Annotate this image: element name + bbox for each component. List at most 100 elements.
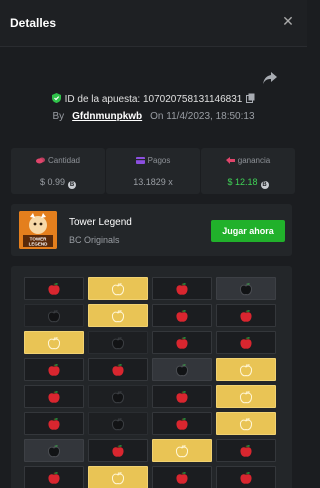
stat-payout-label: Pagos bbox=[147, 156, 171, 165]
red-apple-icon bbox=[176, 471, 188, 484]
apple-outline-icon bbox=[175, 444, 189, 457]
board-tile-apple bbox=[152, 331, 212, 354]
board-tile-apple bbox=[24, 466, 84, 488]
board-tile-apple bbox=[152, 412, 212, 435]
red-apple-icon bbox=[240, 444, 252, 457]
board-tile-apple bbox=[152, 385, 212, 408]
play-now-button[interactable]: Jugar ahora bbox=[211, 220, 285, 242]
stat-payout-value: 13.1829 x bbox=[133, 177, 173, 187]
coin-icon: B bbox=[260, 181, 269, 189]
red-apple-icon bbox=[176, 282, 188, 295]
payout-icon bbox=[135, 157, 145, 164]
bet-datetime: 11/4/2023, 18:50:13 bbox=[166, 111, 255, 122]
red-apple-icon bbox=[48, 282, 60, 295]
red-apple-icon bbox=[176, 309, 188, 322]
rotten-apple-icon bbox=[111, 390, 125, 403]
modal-title: Detalles bbox=[10, 16, 57, 30]
tower-legend-logo-icon: TOWER LEGEND bbox=[19, 211, 57, 249]
by-label: By bbox=[52, 111, 65, 122]
board-tile-gold bbox=[216, 385, 276, 408]
username-link[interactable]: Gfdnmunpkwb bbox=[72, 111, 142, 122]
board-tile-gold bbox=[216, 412, 276, 435]
game-board bbox=[11, 266, 292, 488]
apple-outline-icon bbox=[239, 417, 253, 430]
on-label: On bbox=[150, 111, 164, 122]
red-apple-icon bbox=[240, 336, 252, 349]
board-tile-bad bbox=[24, 439, 84, 462]
rotten-apple-icon bbox=[111, 336, 125, 349]
stat-amount-value: $ 0.99 bbox=[39, 177, 66, 187]
stat-amount-label: Cantidad bbox=[47, 156, 81, 165]
rotten-apple-icon bbox=[239, 282, 253, 295]
modal-header: Detalles ✕ bbox=[0, 0, 307, 47]
red-apple-icon bbox=[240, 471, 252, 484]
stat-payout: Pagos 13.1829 x bbox=[106, 148, 200, 194]
rotten-apple-icon bbox=[47, 444, 61, 457]
board-tile-gold bbox=[88, 466, 148, 488]
close-icon[interactable]: ✕ bbox=[281, 14, 295, 28]
coins-icon bbox=[35, 157, 45, 164]
red-apple-icon bbox=[48, 363, 60, 376]
bet-meta-row: By Gfdnmunpkwb On 11/4/2023, 18:50:13 bbox=[0, 111, 307, 122]
board-tile-gold bbox=[216, 358, 276, 381]
profit-icon bbox=[225, 157, 235, 164]
red-apple-icon bbox=[112, 444, 124, 457]
board-tile-apple bbox=[88, 439, 148, 462]
rotten-apple-icon bbox=[175, 363, 189, 376]
red-apple-icon bbox=[176, 390, 188, 403]
board-tile-apple bbox=[152, 304, 212, 327]
board-tile-apple bbox=[24, 358, 84, 381]
board-tile-apple bbox=[152, 466, 212, 488]
red-apple-icon bbox=[176, 417, 188, 430]
board-tile-bad bbox=[152, 358, 212, 381]
shield-check-icon bbox=[51, 93, 61, 103]
stat-amount: Cantidad $ 0.99 B bbox=[11, 148, 105, 194]
board-tile-dark bbox=[88, 385, 148, 408]
apple-outline-icon bbox=[111, 282, 125, 295]
stat-profit-value: $ 12.18 bbox=[227, 177, 258, 187]
board-tile-apple bbox=[24, 385, 84, 408]
game-provider: BC Originals bbox=[69, 235, 120, 245]
board-tile-gold bbox=[152, 439, 212, 462]
board-tile-apple bbox=[216, 439, 276, 462]
bet-id-value: 107020758131146831 bbox=[143, 94, 243, 105]
board-tile-bad bbox=[216, 277, 276, 300]
game-card: TOWER LEGEND Tower Legend BC Originals J… bbox=[11, 204, 292, 256]
board-tile-dark bbox=[88, 331, 148, 354]
apple-outline-icon bbox=[47, 336, 61, 349]
bet-id-label: ID de la apuesta: bbox=[64, 94, 141, 105]
apple-outline-icon bbox=[239, 363, 253, 376]
share-icon[interactable] bbox=[263, 72, 277, 84]
board-tile-apple bbox=[216, 331, 276, 354]
rotten-apple-icon bbox=[47, 309, 61, 322]
red-apple-icon bbox=[48, 390, 60, 403]
board-tile-dark bbox=[24, 304, 84, 327]
board-tile-dark bbox=[88, 412, 148, 435]
board-tile-gold bbox=[88, 304, 148, 327]
game-name[interactable]: Tower Legend bbox=[69, 217, 132, 228]
apple-outline-icon bbox=[239, 390, 253, 403]
svg-text:LEGEND: LEGEND bbox=[29, 242, 49, 247]
board-tile-gold bbox=[24, 331, 84, 354]
board-tile-gold bbox=[88, 277, 148, 300]
apple-outline-icon bbox=[111, 471, 125, 484]
red-apple-icon bbox=[112, 363, 124, 376]
red-apple-icon bbox=[48, 417, 60, 430]
stat-profit: ganancia $ 12.18 B bbox=[201, 148, 295, 194]
rotten-apple-icon bbox=[111, 417, 125, 430]
coin-icon: B bbox=[68, 181, 77, 189]
copy-icon[interactable] bbox=[246, 93, 255, 103]
red-apple-icon bbox=[176, 336, 188, 349]
board-tile-apple bbox=[24, 412, 84, 435]
apple-outline-icon bbox=[111, 309, 125, 322]
stat-profit-label: ganancia bbox=[237, 156, 271, 165]
board-tile-apple bbox=[216, 304, 276, 327]
board-tile-apple bbox=[88, 358, 148, 381]
red-apple-icon bbox=[240, 309, 252, 322]
red-apple-icon bbox=[48, 471, 60, 484]
bet-id-row: ID de la apuesta: 107020758131146831 bbox=[0, 93, 307, 105]
board-tile-apple bbox=[152, 277, 212, 300]
game-thumbnail[interactable]: TOWER LEGEND bbox=[19, 211, 57, 249]
board-tile-apple bbox=[216, 466, 276, 488]
board-tile-apple bbox=[24, 277, 84, 300]
